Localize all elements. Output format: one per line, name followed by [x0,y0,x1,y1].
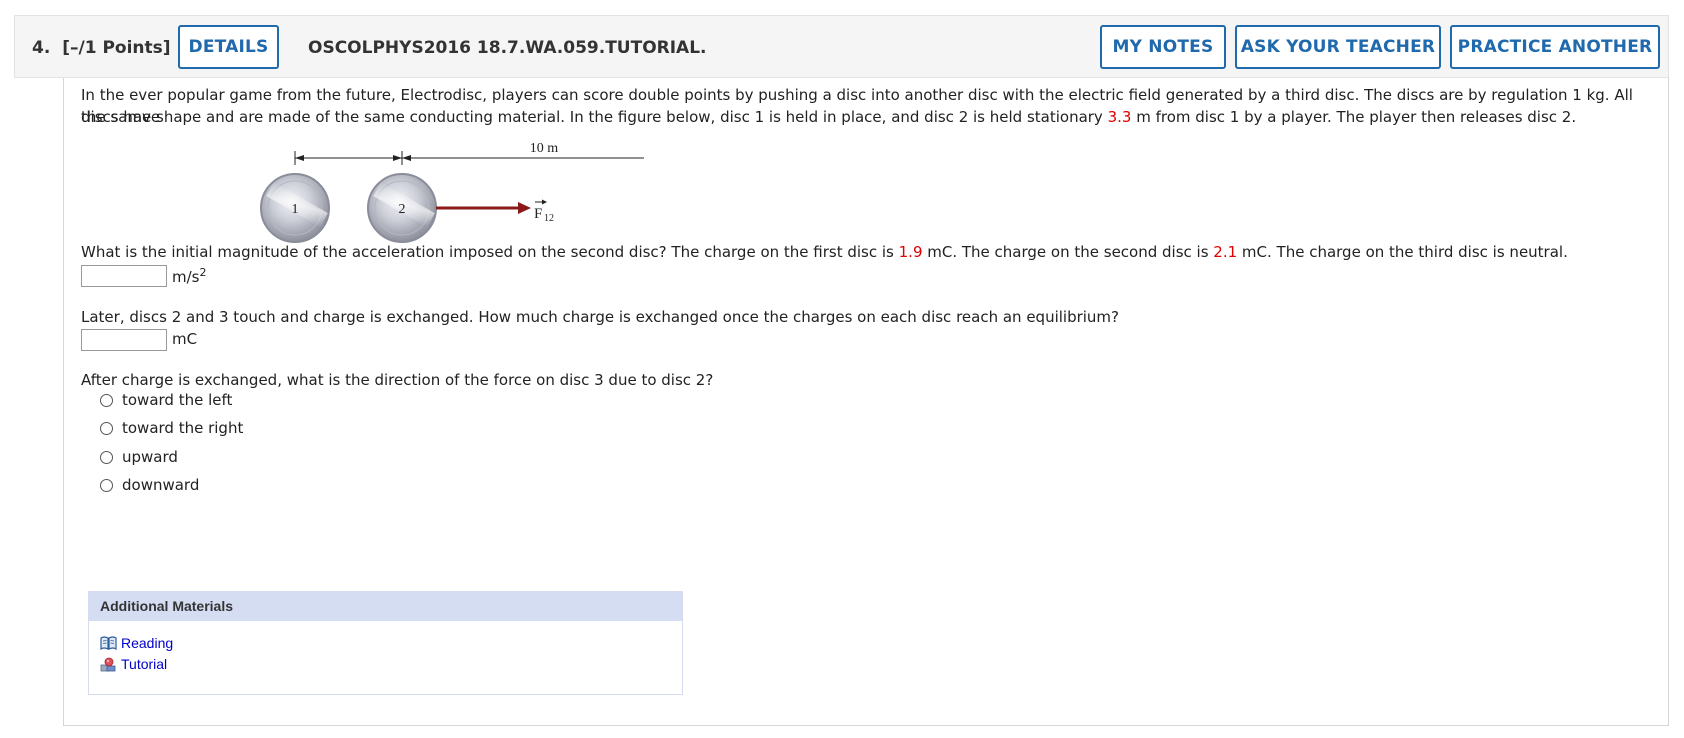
option-label: toward the left [122,391,233,409]
ask-teacher-button[interactable]: ASK YOUR TEACHER [1235,25,1441,69]
question-number-text: 4. [32,38,51,58]
option-upward[interactable]: upward [100,447,178,467]
option-toward-left[interactable]: toward the left [100,390,232,410]
intro-line-2: the same shape and are made of the same … [81,106,1576,128]
electrodisc-figure: 10 m 1 2 3 F 12 [260,141,644,243]
radio-button[interactable] [100,478,113,492]
q1-text-b: mC. The charge on the second disc is [922,243,1214,261]
charge-exchanged-input[interactable] [81,329,167,351]
intro-text-a: the same shape and are made of the same … [81,108,1108,126]
force-subscript: 12 [544,213,554,224]
additional-materials-title: Additional Materials [89,592,682,621]
distance-label: 10 m [530,141,559,156]
practice-another-button[interactable]: PRACTICE ANOTHER [1450,25,1660,69]
radio-button[interactable] [100,450,113,464]
question-3-text: After charge is exchanged, what is the d… [81,371,714,389]
charge-2-value: 2.1 [1213,243,1238,261]
option-label: toward the right [122,419,244,437]
q1-text-a: What is the initial magnitude of the acc… [81,243,899,261]
question-number: 4. [–/1 Points] [32,38,171,58]
intro-text-b: m from disc 1 by a player. The player th… [1131,108,1577,126]
reading-link[interactable]: Reading [100,635,173,651]
disc-2: 2 [367,173,437,243]
force-symbol: F [534,206,542,222]
tutorial-link-label[interactable]: Tutorial [121,656,167,672]
reading-link-label[interactable]: Reading [121,635,173,651]
acceleration-unit: m/s2 [172,266,206,286]
option-label: upward [122,448,178,466]
tutorial-icon [100,657,116,671]
charge-unit: mC [172,330,198,348]
distance-value: 3.3 [1107,108,1132,126]
question-2-text: Later, discs 2 and 3 touch and charge is… [81,308,1120,326]
dimension-line [294,151,644,165]
tutorial-link[interactable]: Tutorial [100,656,167,672]
additional-materials-panel: Additional Materials Reading Tutorial [88,591,683,695]
disc-label: 2 [399,202,406,217]
radio-button[interactable] [100,421,113,435]
disc-1: 1 [260,173,330,243]
acceleration-input[interactable] [81,265,167,287]
question-1-text: What is the initial magnitude of the acc… [81,241,1568,263]
charge-1-value: 1.9 [898,243,923,261]
my-notes-button[interactable]: MY NOTES [1100,25,1226,69]
question-code: OSCOLPHYS2016 18.7.WA.059.TUTORIAL. [308,38,707,58]
radio-button[interactable] [100,393,113,407]
question-content: In the ever popular game from the future… [63,78,1669,726]
details-button[interactable]: DETAILS [178,25,279,69]
q1-text-c: mC. The charge on the third disc is neut… [1237,243,1568,261]
question-header: 4. [–/1 Points] DETAILS OSCOLPHYS2016 18… [14,15,1669,78]
book-icon [100,636,117,650]
force-arrow [436,202,531,214]
points-label: [–/1 Points] [62,38,171,58]
unit-base: m/s [172,268,200,286]
option-label: downward [122,476,200,494]
option-toward-right[interactable]: toward the right [100,418,243,438]
option-downward[interactable]: downward [100,475,199,495]
unit-exponent: 2 [199,266,207,279]
force-label: F 12 [534,199,554,224]
disc-label: 1 [292,202,299,217]
